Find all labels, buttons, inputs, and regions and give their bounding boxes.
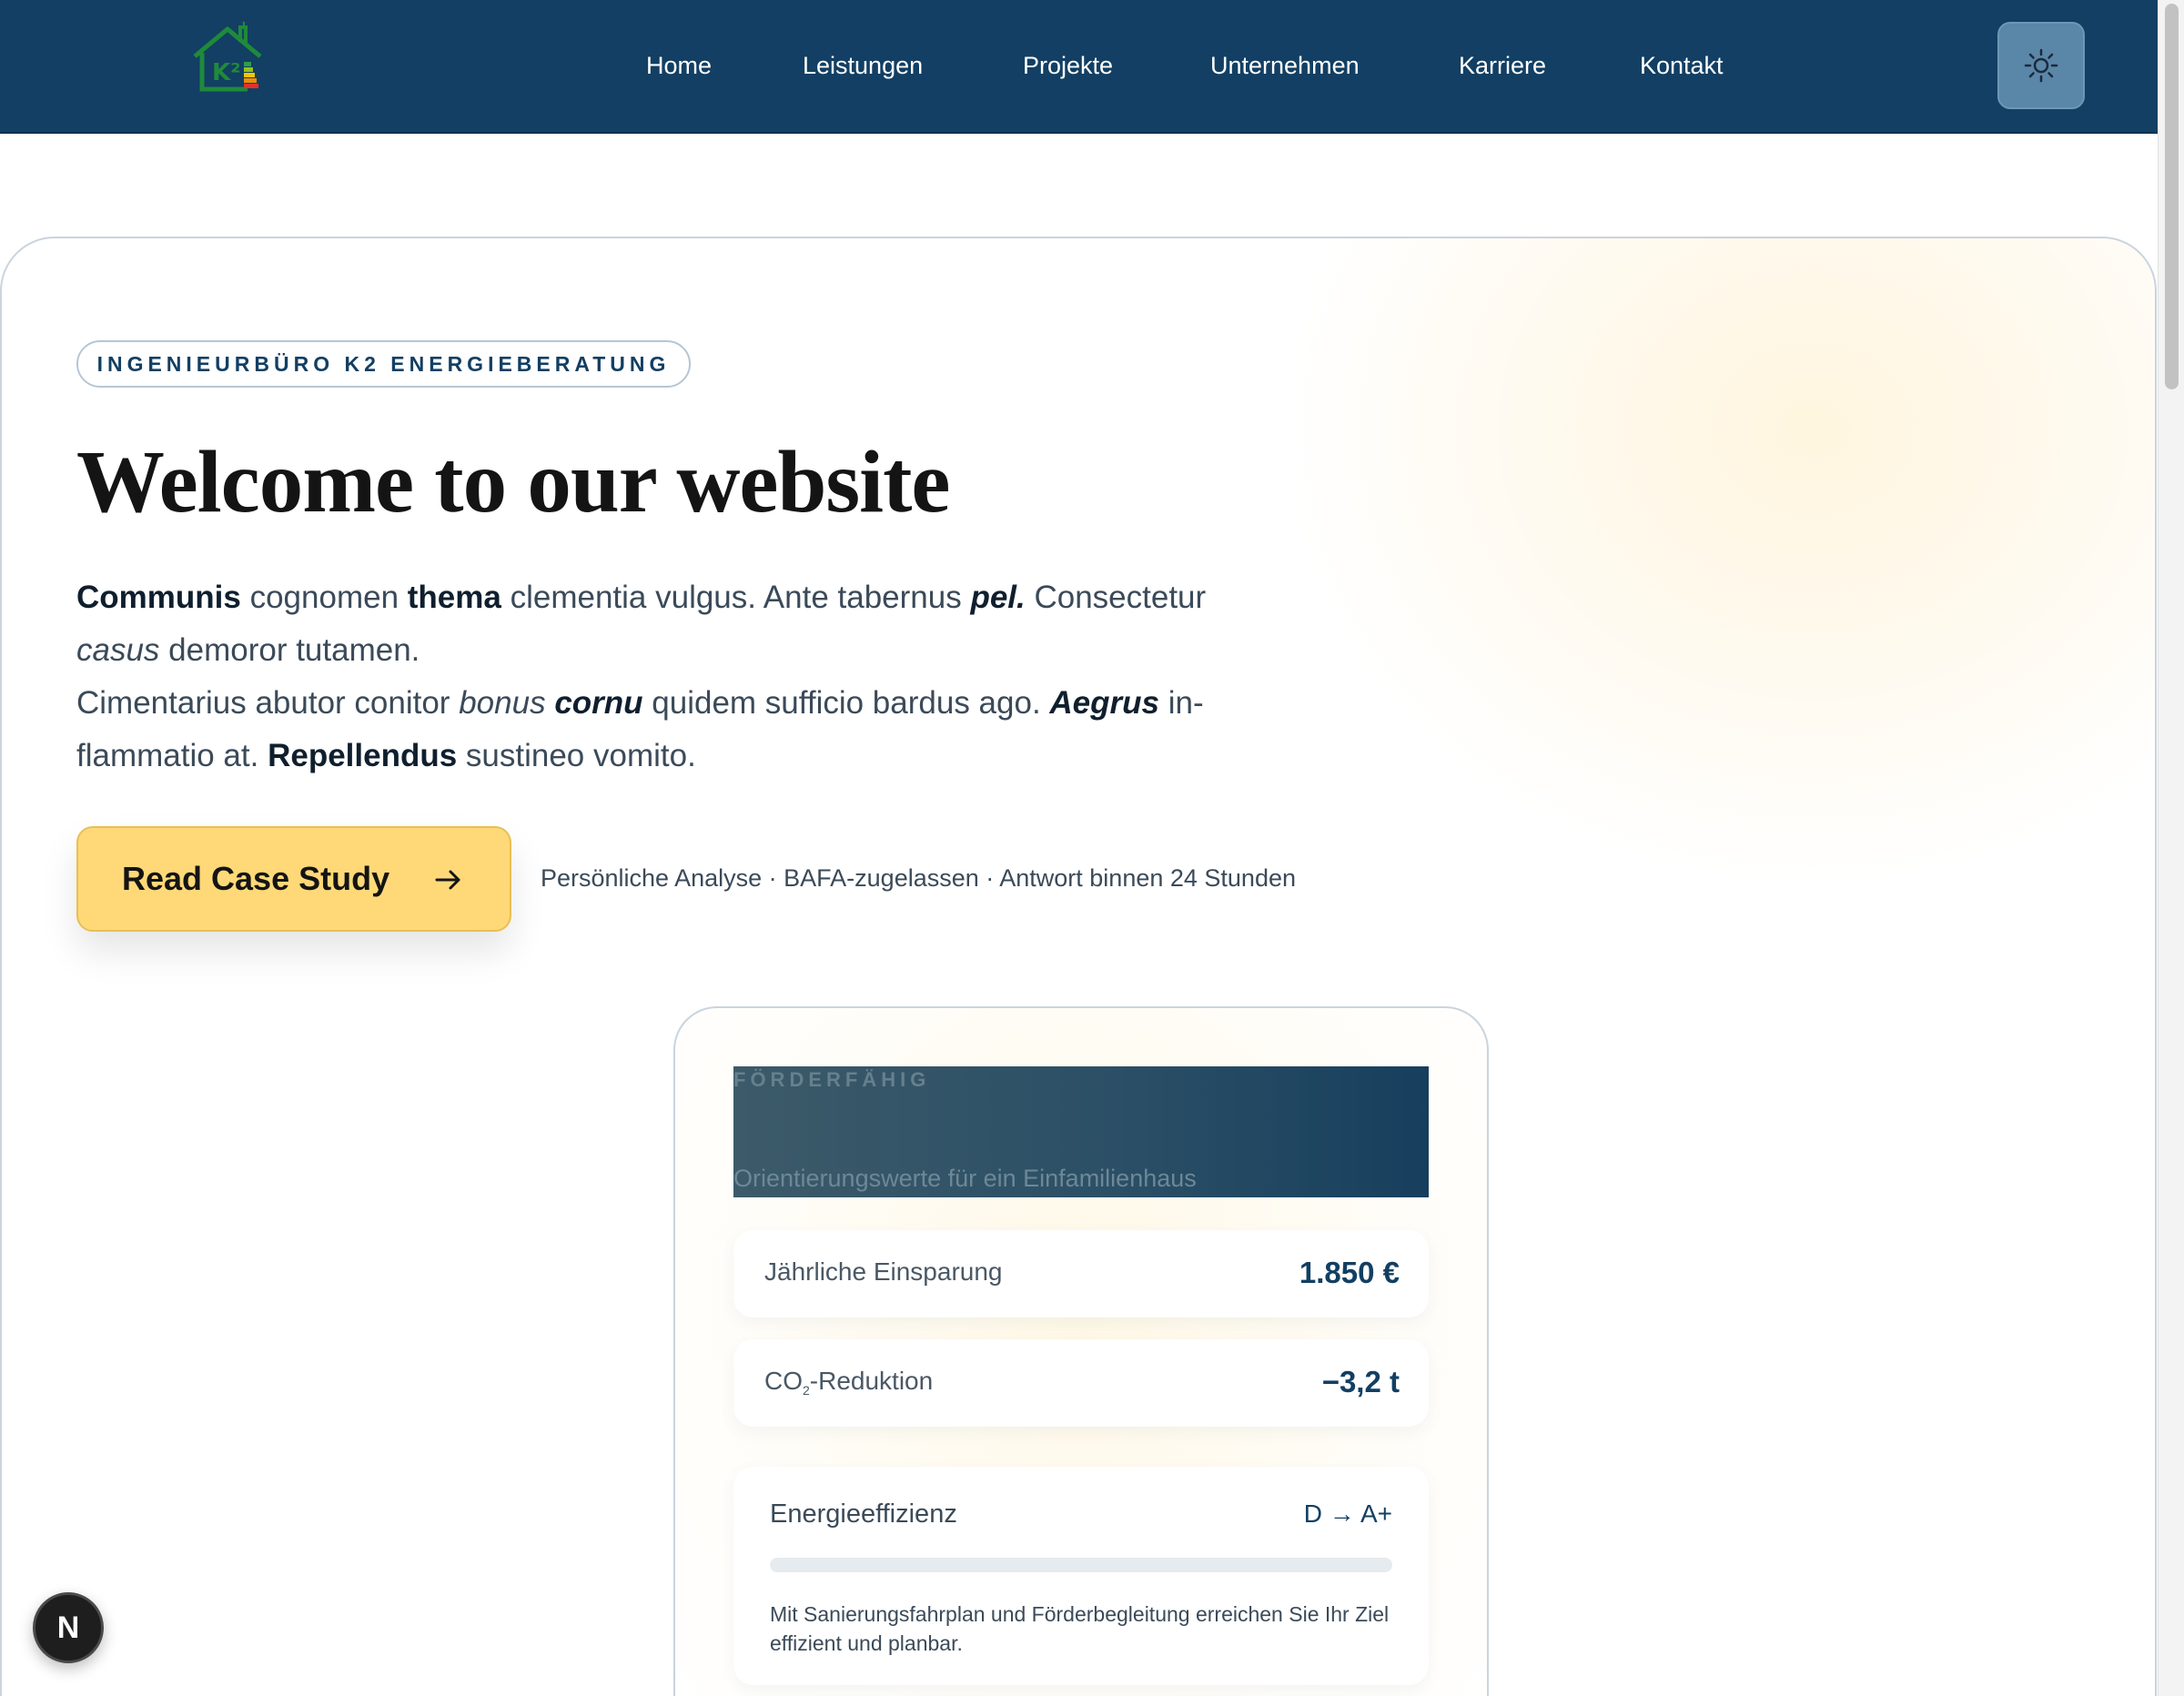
cta-label: Read Case Study bbox=[122, 860, 390, 897]
savings-card: FÖRDERFÄHIG Orientierungswerte für ein E… bbox=[673, 1006, 1489, 1696]
company-eyebrow-badge: INGENIEURBÜRO K2 ENERGIEBERATUNG bbox=[76, 340, 691, 388]
page-scrollbar[interactable] bbox=[2158, 0, 2184, 1696]
theme-toggle-button[interactable] bbox=[1997, 22, 2085, 109]
cta-trust-note: Persönliche Analyse · BAFA-zugelassen · … bbox=[541, 864, 1296, 892]
hero-background-glow bbox=[1294, 238, 2155, 875]
sun-icon bbox=[2024, 48, 2058, 83]
efficiency-progress-bar bbox=[770, 1558, 1392, 1572]
nav-link-leistungen[interactable]: Leistungen bbox=[803, 49, 923, 82]
metric-value: −3,2 t bbox=[1321, 1365, 1400, 1398]
nav-link-home[interactable]: Home bbox=[646, 49, 712, 82]
metric-co2-reduction: CO2-Reduktion −3,2 t bbox=[733, 1339, 1429, 1427]
metric-value: 1.850 € bbox=[1299, 1256, 1400, 1289]
hero-section: INGENIEURBÜRO K2 ENERGIEBERATUNG Welcome… bbox=[0, 237, 2157, 1696]
read-case-study-button[interactable]: Read Case Study bbox=[76, 826, 511, 932]
efficiency-description: Mit Sanierungsfahrplan und Förderbegleit… bbox=[770, 1602, 1390, 1655]
nav-link-unternehmen[interactable]: Unternehmen bbox=[1210, 49, 1360, 82]
card-banner: FÖRDERFÄHIG Orientierungswerte für ein E… bbox=[733, 1066, 1429, 1197]
nav-link-projekte[interactable]: Projekte bbox=[1023, 49, 1113, 82]
page-title: Welcome to our website bbox=[76, 433, 950, 530]
efficiency-label: Energieeffizienz bbox=[770, 1499, 957, 1529]
efficiency-rating: D → A+ bbox=[1303, 1499, 1392, 1528]
card-kicker: FÖRDERFÄHIG bbox=[733, 1068, 931, 1091]
hero-paragraph-line-2: Cimentarius abutor conitor bonus cornu q… bbox=[76, 685, 1204, 773]
nav-link-karriere[interactable]: Karriere bbox=[1459, 49, 1546, 82]
nextjs-dev-badge[interactable]: N bbox=[33, 1592, 104, 1663]
hero-paragraph: Communis cognomen thema clementia vulgus… bbox=[76, 571, 1287, 782]
nav-link-kontakt[interactable]: Kontakt bbox=[1640, 49, 1724, 82]
energy-efficiency-panel: Energieeffizienz D → A+ Mit Sanierungsfa… bbox=[733, 1467, 1429, 1685]
top-navbar: K² Home Leistungen Projekte Unternehmen … bbox=[0, 0, 2158, 134]
scrollbar-thumb[interactable] bbox=[2165, 4, 2179, 389]
arrow-right-icon bbox=[435, 870, 460, 890]
card-subtitle: Orientierungswerte für ein Einfamilienha… bbox=[733, 1165, 1197, 1192]
hero-paragraph-line-1: Communis cognomen thema clementia vulgus… bbox=[76, 580, 1207, 668]
metric-annual-savings: Jährliche Einsparung 1.850 € bbox=[733, 1230, 1429, 1317]
main-navigation: Home Leistungen Projekte Unternehmen Kar… bbox=[0, 0, 2158, 134]
metric-label: CO2-Reduktion bbox=[764, 1367, 934, 1398]
metric-label: Jährliche Einsparung bbox=[764, 1257, 1003, 1286]
